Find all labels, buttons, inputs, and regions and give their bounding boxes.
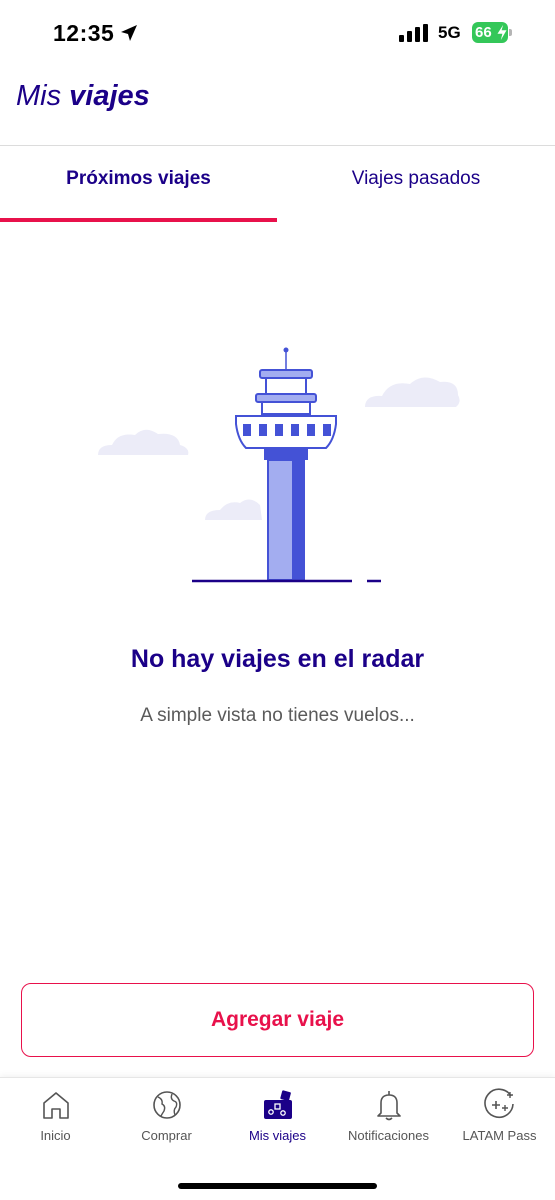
nav-item-my-trips[interactable]: Mis viajes xyxy=(222,1088,333,1143)
suitcase-icon xyxy=(263,1090,292,1119)
empty-state-subtitle: A simple vista no tienes vuelos... xyxy=(140,705,415,726)
battery-level: 66 xyxy=(475,24,492,41)
page-title-bold: viajes xyxy=(69,80,150,112)
nav-label-home: Inicio xyxy=(40,1128,71,1143)
battery-tip xyxy=(509,29,512,36)
add-trip-button[interactable]: Agregar viaje xyxy=(21,983,534,1057)
page-title-light: Mis xyxy=(16,80,62,112)
globe-icon xyxy=(152,1091,181,1119)
nav-item-home[interactable]: Inicio xyxy=(0,1088,111,1143)
nav-label-notifications: Notificaciones xyxy=(348,1128,429,1143)
bottom-nav: Inicio Comprar Mis viajes Notificaciones xyxy=(0,1077,555,1200)
charging-bolt-icon xyxy=(496,23,508,42)
nav-label-buy: Comprar xyxy=(141,1128,192,1143)
nav-item-notifications[interactable]: Notificaciones xyxy=(333,1088,444,1143)
tab-past-trips[interactable]: Viajes pasados xyxy=(277,168,555,190)
page-title: Mis viajes xyxy=(16,80,150,113)
location-arrow-icon xyxy=(121,25,137,41)
nav-item-buy[interactable]: Comprar xyxy=(111,1088,222,1143)
home-icon xyxy=(42,1092,69,1119)
bell-icon xyxy=(376,1091,401,1121)
active-tab-indicator xyxy=(0,218,277,222)
network-type: 5G xyxy=(438,23,461,42)
home-indicator xyxy=(178,1183,377,1189)
header-divider xyxy=(0,145,555,146)
empty-state-title: No hay viajes en el radar xyxy=(130,645,425,673)
sparkle-icon xyxy=(483,1088,514,1119)
tab-upcoming-trips[interactable]: Próximos viajes xyxy=(0,168,277,190)
status-bar: 12:35 5G 66 xyxy=(0,0,555,68)
nav-item-latam-pass[interactable]: LATAM Pass xyxy=(444,1088,555,1143)
status-time: 12:35 xyxy=(53,20,115,46)
cellular-signal-icon xyxy=(399,24,428,42)
nav-label-latam-pass: LATAM Pass xyxy=(462,1128,537,1143)
nav-label-my-trips: Mis viajes xyxy=(248,1128,307,1143)
control-tower-icon xyxy=(98,347,460,583)
add-trip-button-label: Agregar viaje xyxy=(210,1008,345,1031)
